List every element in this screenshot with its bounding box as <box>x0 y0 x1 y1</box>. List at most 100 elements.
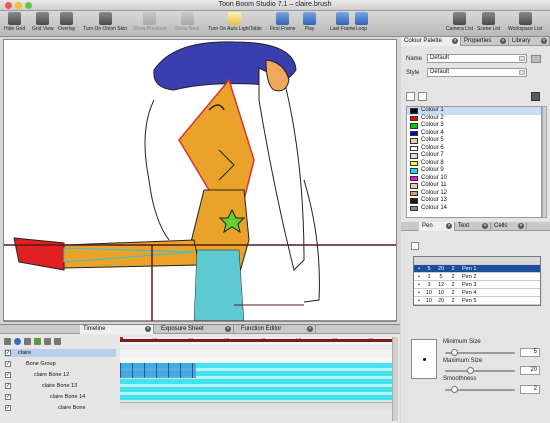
remove-colour-icon[interactable] <box>418 92 427 101</box>
colour-item[interactable]: Colour 6 <box>407 145 541 153</box>
show-next-button[interactable]: Show Next <box>175 12 199 32</box>
close-icon[interactable]: × <box>307 326 313 332</box>
colour-options-icon[interactable] <box>531 92 540 101</box>
max-size-knob[interactable] <box>467 367 474 374</box>
colour-item[interactable]: Colour 14 <box>407 205 541 213</box>
tab-text[interactable]: Text × <box>455 222 491 231</box>
scene-list-icon <box>482 12 496 25</box>
smoothness-input[interactable]: 2 <box>520 385 540 394</box>
max-size-slider[interactable] <box>445 370 515 372</box>
colour-item[interactable]: Colour 9 <box>407 167 541 175</box>
pen-list[interactable]: • 5 20 2 Pen 1 • 1 5 2 Pen 2 • 3 12 2 Pen 3 • 10 10 2 Pen 4… <box>413 256 541 306</box>
palette-name-select[interactable]: Default <box>427 54 527 63</box>
tab-label: Exposure Sheet <box>161 326 204 332</box>
tab-properties[interactable]: Properties × <box>461 37 509 46</box>
add-pen-icon[interactable] <box>411 242 419 250</box>
last-frame-button[interactable]: Last Frame <box>330 12 355 32</box>
pen-row[interactable]: • 3 12 2 Pen 3 <box>414 281 540 289</box>
layer-visible-checkbox[interactable]: ✓ <box>5 405 11 411</box>
grid-view-button[interactable]: Grid View <box>32 12 54 32</box>
layer-visible-checkbox[interactable]: ✓ <box>5 350 11 356</box>
add-colour-icon[interactable] <box>406 92 415 101</box>
timeline-scrollbar[interactable] <box>392 337 398 421</box>
tab-cells[interactable]: Cells × <box>491 222 527 231</box>
delete-layer-icon[interactable] <box>24 338 31 345</box>
play-button[interactable]: Play <box>303 12 316 32</box>
colour-item[interactable]: Colour 10 <box>407 175 541 183</box>
lighttable-button[interactable]: Turn On Auto LightTable <box>208 12 262 32</box>
min-size-knob[interactable] <box>451 349 458 356</box>
grid-button[interactable]: Hide Grid <box>4 12 25 32</box>
layer-row[interactable]: ✓ claire Bone 14 <box>4 393 116 401</box>
peg-icon[interactable] <box>44 338 51 345</box>
pen-row[interactable]: • 5 20 2 Pen 1 <box>414 265 540 273</box>
scene-list-button[interactable]: Scene List <box>477 12 500 32</box>
colour-item[interactable]: Colour 11 <box>407 182 541 190</box>
pen-row[interactable]: • 1 5 2 Pen 2 <box>414 273 540 281</box>
colour-item[interactable]: Colour 3 <box>407 122 541 130</box>
onion-skin-button[interactable]: Turn On Onion Skin <box>83 12 127 32</box>
tab-function-editor[interactable]: Function Editor × <box>238 325 316 334</box>
max-size-input[interactable]: 20 <box>520 366 540 375</box>
layer-row[interactable]: ✓ claire Bone 13 <box>4 382 116 390</box>
layer-row[interactable]: ✓ claire <box>4 349 116 357</box>
colour-list[interactable]: Colour 1 Colour 2 Colour 3 Colour 4 Colour 5… <box>406 106 542 218</box>
tab-colour-palette[interactable]: Colour Palette × <box>401 37 461 46</box>
add-keyframe-icon[interactable] <box>34 338 41 345</box>
layer-row[interactable]: ✓ claire Bone 12 <box>4 371 116 379</box>
colour-item[interactable]: Colour 13 <box>407 197 541 205</box>
colour-item[interactable]: Colour 1 <box>407 107 541 115</box>
overlay-button[interactable]: Overlay <box>58 12 75 32</box>
show-previous-button[interactable]: Show Previous <box>133 12 166 32</box>
drawing-canvas[interactable] <box>3 39 397 322</box>
close-icon[interactable]: × <box>145 326 151 332</box>
camera-button[interactable]: Camera List <box>446 12 473 32</box>
colour-item[interactable]: Colour 4 <box>407 130 541 138</box>
close-icon[interactable]: × <box>225 326 231 332</box>
group-icon[interactable] <box>54 338 61 345</box>
colour-list-scrollbar[interactable] <box>542 106 547 218</box>
loop-button[interactable]: Loop <box>355 12 368 32</box>
close-icon[interactable]: × <box>446 223 452 229</box>
layer-row[interactable]: ✓ Bone Group <box>4 360 116 368</box>
colour-item[interactable]: Colour 7 <box>407 152 541 160</box>
timeline-horizontal-scrollbar[interactable] <box>120 402 392 410</box>
colour-item[interactable]: Colour 8 <box>407 160 541 168</box>
layer-visible-checkbox[interactable]: ✓ <box>5 361 11 367</box>
layer-icon[interactable] <box>4 338 11 345</box>
toolbar-label: First Frame <box>270 26 296 32</box>
tab-exposure-sheet[interactable]: Exposure Sheet × <box>158 325 234 334</box>
close-icon[interactable]: × <box>500 38 506 44</box>
frame-grid[interactable] <box>120 339 392 401</box>
tab-timeline[interactable]: Timeline × <box>80 325 154 334</box>
camera-icon <box>452 12 466 25</box>
palette-menu-icon[interactable] <box>531 55 541 63</box>
workspace-button[interactable]: Workspace List <box>508 12 542 32</box>
close-icon[interactable]: × <box>518 223 524 229</box>
pen-dot-icon <box>423 358 426 361</box>
pen-row[interactable]: • 10 10 2 Pen 4 <box>414 289 540 297</box>
layer-visible-checkbox[interactable]: ✓ <box>5 372 11 378</box>
pen-preview <box>411 339 437 379</box>
smoothness-knob[interactable] <box>451 386 458 393</box>
min-size-input[interactable]: 5 <box>520 348 540 357</box>
colour-item[interactable]: Colour 5 <box>407 137 541 145</box>
colour-item[interactable]: Colour 12 <box>407 190 541 198</box>
layer-row[interactable]: ✓ claire Bone <box>4 404 116 412</box>
layer-visible-checkbox[interactable]: ✓ <box>5 394 11 400</box>
close-icon[interactable]: × <box>541 38 547 44</box>
layer-name: claire Bone 14 <box>50 394 86 400</box>
tab-library[interactable]: Library × <box>509 37 550 46</box>
colour-item[interactable]: Colour 2 <box>407 115 541 123</box>
colour-swatch <box>410 145 418 151</box>
close-icon[interactable]: × <box>452 38 458 44</box>
palette-style-select[interactable]: Default <box>427 68 527 77</box>
add-layer-icon[interactable] <box>14 338 21 345</box>
workspace-icon <box>518 12 532 25</box>
pen-row[interactable]: • 10 20 2 Pen 5 <box>414 297 540 305</box>
layer-visible-checkbox[interactable]: ✓ <box>5 383 11 389</box>
first-frame-button[interactable]: First Frame <box>270 12 296 32</box>
layer-name: claire <box>18 350 32 356</box>
tab-pen[interactable]: Pen × <box>419 222 455 231</box>
close-icon[interactable]: × <box>482 223 488 229</box>
